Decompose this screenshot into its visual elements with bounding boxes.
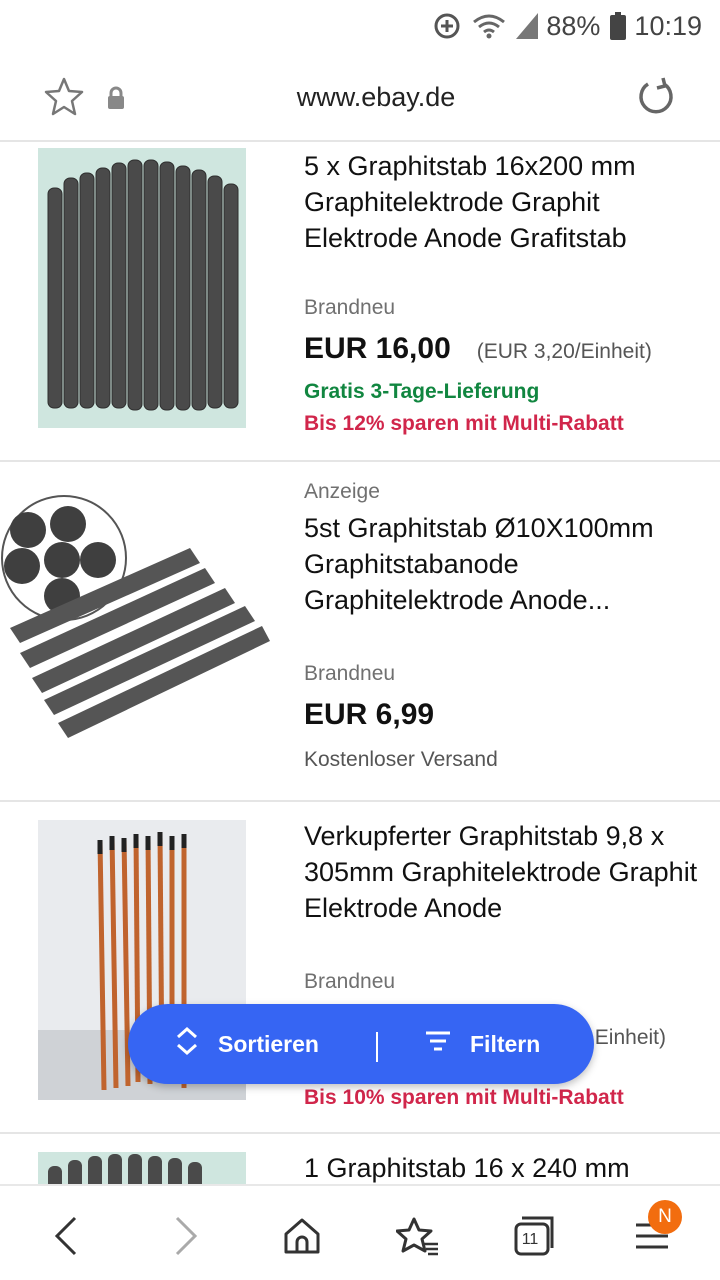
status-bar: 88% 10:19 <box>0 0 720 52</box>
data-saver-icon <box>432 11 462 41</box>
tab-count: 11 <box>521 1231 539 1248</box>
item-title[interactable]: 5st Graphitstab Ø10X100mm Graphitstabano… <box>304 510 704 618</box>
sort-chevrons-icon <box>174 1026 218 1062</box>
filter-button[interactable]: Filtern <box>424 1004 540 1084</box>
divider <box>376 1032 378 1062</box>
sort-button[interactable]: Sortieren <box>174 1004 319 1084</box>
back-icon[interactable] <box>44 1214 88 1258</box>
item-price: EUR 16,00 <box>304 332 451 365</box>
reload-icon[interactable] <box>636 76 676 121</box>
filter-lines-icon <box>424 1029 470 1059</box>
list-item[interactable]: 5 x Graphitstab 16x200 mm Graphitelektro… <box>0 144 720 462</box>
notification-badge: N <box>648 1200 682 1234</box>
browser-url-bar: www.ebay.de <box>0 52 720 142</box>
tabs-icon[interactable]: 11 <box>512 1214 556 1258</box>
bookmarks-icon[interactable] <box>396 1214 440 1258</box>
signal-icon <box>516 13 539 39</box>
sort-filter-bar: Sortieren Filtern <box>128 1004 594 1084</box>
sponsored-label: Anzeige <box>304 480 380 503</box>
item-title[interactable]: Verkupferter Graphitstab 9,8 x 305mm Gra… <box>304 818 704 926</box>
product-image[interactable] <box>0 478 280 758</box>
item-condition: Brandneu <box>304 296 396 319</box>
home-icon[interactable] <box>280 1214 324 1258</box>
item-title[interactable]: 5 x Graphitstab 16x200 mm Graphitelektro… <box>304 148 704 256</box>
item-shipping: Gratis 3-Tage-Lieferung <box>304 380 540 403</box>
item-title[interactable]: 1 Graphitstab 16 x 240 mm <box>304 1150 704 1184</box>
list-item[interactable]: Anzeige 5st Graphitstab Ø10X100mm Graphi… <box>0 462 720 802</box>
item-shipping: Kostenloser Versand <box>304 748 498 771</box>
item-price: EUR 6,99 <box>304 698 435 731</box>
url-text[interactable]: www.ebay.de <box>0 82 720 113</box>
browser-bottom-nav: 11 <box>0 1184 720 1280</box>
item-condition: Brandneu <box>304 662 396 685</box>
sort-label: Sortieren <box>218 1030 319 1057</box>
battery-level: 88% <box>546 10 601 41</box>
battery-icon <box>610 12 627 40</box>
item-condition: Brandneu <box>304 970 396 993</box>
product-image[interactable] <box>38 1152 246 1184</box>
item-promo: Bis 12% sparen mit Multi-Rabatt <box>304 412 624 435</box>
forward-icon[interactable] <box>164 1214 208 1258</box>
product-image[interactable] <box>38 148 246 428</box>
filter-label: Filtern <box>470 1030 541 1057</box>
list-item[interactable]: 1 Graphitstab 16 x 240 mm <box>0 1134 720 1184</box>
item-unit-price: Einheit) <box>594 1026 666 1049</box>
wifi-icon <box>472 12 506 40</box>
clock: 10:19 <box>634 10 702 41</box>
item-promo: Bis 10% sparen mit Multi-Rabatt <box>304 1086 624 1109</box>
list-item[interactable]: Verkupferter Graphitstab 9,8 x 305mm Gra… <box>0 802 720 1134</box>
item-unit-price: (EUR 3,20/Einheit) <box>476 340 652 363</box>
